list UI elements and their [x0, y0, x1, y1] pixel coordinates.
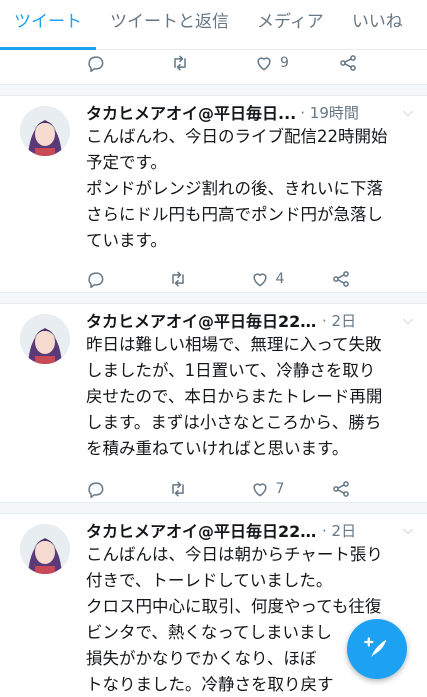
share-button[interactable] — [331, 479, 413, 499]
tab-tweets-and-replies[interactable]: ツイートと返信 — [96, 0, 243, 50]
tab-media[interactable]: メディア — [243, 0, 338, 50]
feather-plus-icon — [364, 637, 387, 658]
like-count: 4 — [275, 271, 285, 287]
avatar[interactable] — [20, 314, 70, 364]
like-button[interactable]: 4 — [250, 269, 332, 289]
tweet[interactable]: タカヒメアオイ@平日毎日... · 19時間 ⌵ こんばんわ、今日のライブ配信2… — [0, 96, 427, 296]
reply-button[interactable] — [86, 269, 168, 289]
like-count: 7 — [275, 481, 285, 497]
retweet-icon — [174, 55, 186, 71]
avatar-illustration — [20, 106, 70, 156]
reply-button[interactable] — [86, 53, 170, 73]
author-name[interactable]: タカヒメアオイ@平日毎日22... — [86, 518, 318, 542]
retweet-button[interactable] — [170, 53, 254, 73]
share-button[interactable] — [331, 269, 413, 289]
retweet-icon — [172, 481, 184, 497]
divider — [0, 502, 427, 514]
share-icon — [340, 55, 356, 71]
profile-tabs: ツイート ツイートと返信 メディア いいね — [0, 0, 427, 50]
tweet-header: タカヒメアオイ@平日毎日... · 19時間 ⌵ — [86, 100, 413, 124]
reply-icon — [88, 56, 104, 73]
share-icon — [333, 481, 350, 497]
avatar[interactable] — [20, 106, 70, 156]
chevron-down-icon[interactable]: ⌵ — [403, 313, 413, 328]
action-bar: 9 — [86, 44, 422, 82]
divider — [0, 84, 427, 96]
like-button[interactable]: 7 — [250, 479, 332, 499]
tweet-header: タカヒメアオイ@平日毎日22... · 2日 ⌵ — [86, 518, 413, 542]
retweet-icon — [172, 271, 184, 287]
heart-icon — [252, 273, 267, 287]
chevron-down-icon[interactable]: ⌵ — [403, 105, 413, 120]
timestamp[interactable]: · 19時間 — [300, 102, 359, 123]
share-icon — [333, 271, 350, 287]
tweet-text: こんばんわ、今日のライブ配信22時開始 予定です。 ポンドがレンジ割れの後、きれ… — [86, 127, 388, 250]
retweet-button[interactable] — [168, 269, 250, 289]
divider — [0, 292, 427, 304]
like-count: 9 — [280, 55, 289, 71]
reply-icon — [88, 482, 104, 499]
like-button[interactable]: 9 — [254, 53, 338, 73]
author-name[interactable]: タカヒメアオイ@平日毎日... — [86, 100, 296, 124]
reply-button[interactable] — [86, 479, 168, 499]
timestamp[interactable]: · 2日 — [322, 310, 356, 331]
tweet-text: 昨日は難しい相場で、無理に入って失敗 しましたが、1日置いて、冷静さを取り 戻せ… — [86, 335, 383, 458]
tweet-header: タカヒメアオイ@平日毎日22... · 2日 ⌵ — [86, 308, 413, 332]
tab-tweets[interactable]: ツイート — [0, 0, 96, 50]
avatar-illustration — [20, 314, 70, 364]
avatar[interactable] — [20, 524, 70, 574]
compose-tweet-button[interactable] — [347, 619, 407, 679]
heart-icon — [252, 483, 267, 497]
author-name[interactable]: タカヒメアオイ@平日毎日22... — [86, 308, 318, 332]
timestamp[interactable]: · 2日 — [322, 520, 356, 541]
heart-icon — [257, 57, 271, 71]
tweet[interactable]: タカヒメアオイ@平日毎日22... · 2日 ⌵ 昨日は難しい相場で、無理に入っ… — [0, 304, 427, 504]
chevron-down-icon[interactable]: ⌵ — [403, 523, 413, 538]
share-button[interactable] — [338, 53, 422, 73]
reply-icon — [88, 272, 104, 289]
retweet-button[interactable] — [168, 479, 250, 499]
tab-likes[interactable]: いいね — [338, 0, 417, 50]
avatar-illustration — [20, 524, 70, 574]
